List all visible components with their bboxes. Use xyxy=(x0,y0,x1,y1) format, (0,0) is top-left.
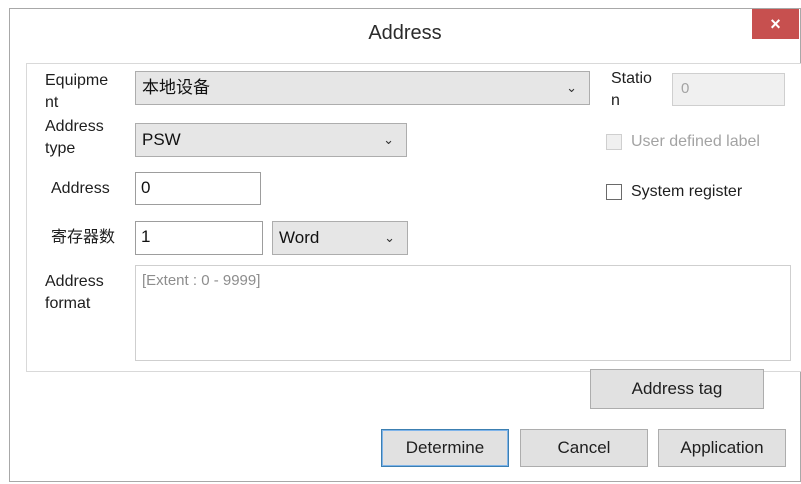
title-bar: Address × xyxy=(10,9,800,59)
chevron-down-icon: ⌄ xyxy=(566,80,577,95)
address-type-select[interactable]: PSW ⌄ xyxy=(135,123,407,157)
equipment-select[interactable]: 本地设备 ⌄ xyxy=(135,71,590,105)
station-label: Statio n xyxy=(611,70,652,109)
system-register-checkbox[interactable] xyxy=(606,184,622,200)
user-defined-label-checkbox xyxy=(606,134,622,150)
address-type-label: Address type xyxy=(45,118,104,157)
address-type-value: PSW xyxy=(142,130,181,149)
station-field: 0 xyxy=(672,73,785,106)
equipment-label: Equipme nt xyxy=(45,72,109,111)
address-format-textarea[interactable]: [Extent : 0 - 9999] xyxy=(135,265,791,361)
register-count-input[interactable]: 1 xyxy=(135,221,263,255)
address-tag-button[interactable]: Address tag xyxy=(590,369,764,409)
register-unit-select[interactable]: Word ⌄ xyxy=(272,221,408,255)
system-register-label: System register xyxy=(631,183,743,200)
address-settings-panel: Equipme nt 本地设备 ⌄ Statio n 0 Address typ… xyxy=(26,63,801,372)
determine-button[interactable]: Determine xyxy=(381,429,509,467)
dialog-title: Address xyxy=(368,22,442,44)
close-icon: × xyxy=(770,14,781,34)
user-defined-label-text: User defined label xyxy=(631,133,760,150)
chevron-down-icon: ⌄ xyxy=(384,230,395,245)
chevron-down-icon: ⌄ xyxy=(383,132,394,147)
cancel-button[interactable]: Cancel xyxy=(520,429,648,467)
address-format-label: Address format xyxy=(45,273,104,312)
register-count-label: 寄存器数 xyxy=(51,229,116,246)
application-button[interactable]: Application xyxy=(658,429,786,467)
address-label: Address xyxy=(51,180,110,197)
address-input[interactable]: 0 xyxy=(135,172,261,205)
address-dialog: Address × Equipme nt 本地设备 ⌄ Statio n 0 A… xyxy=(9,8,801,482)
equipment-value: 本地设备 xyxy=(142,78,210,97)
register-unit-value: Word xyxy=(279,228,320,247)
close-button[interactable]: × xyxy=(752,9,799,39)
